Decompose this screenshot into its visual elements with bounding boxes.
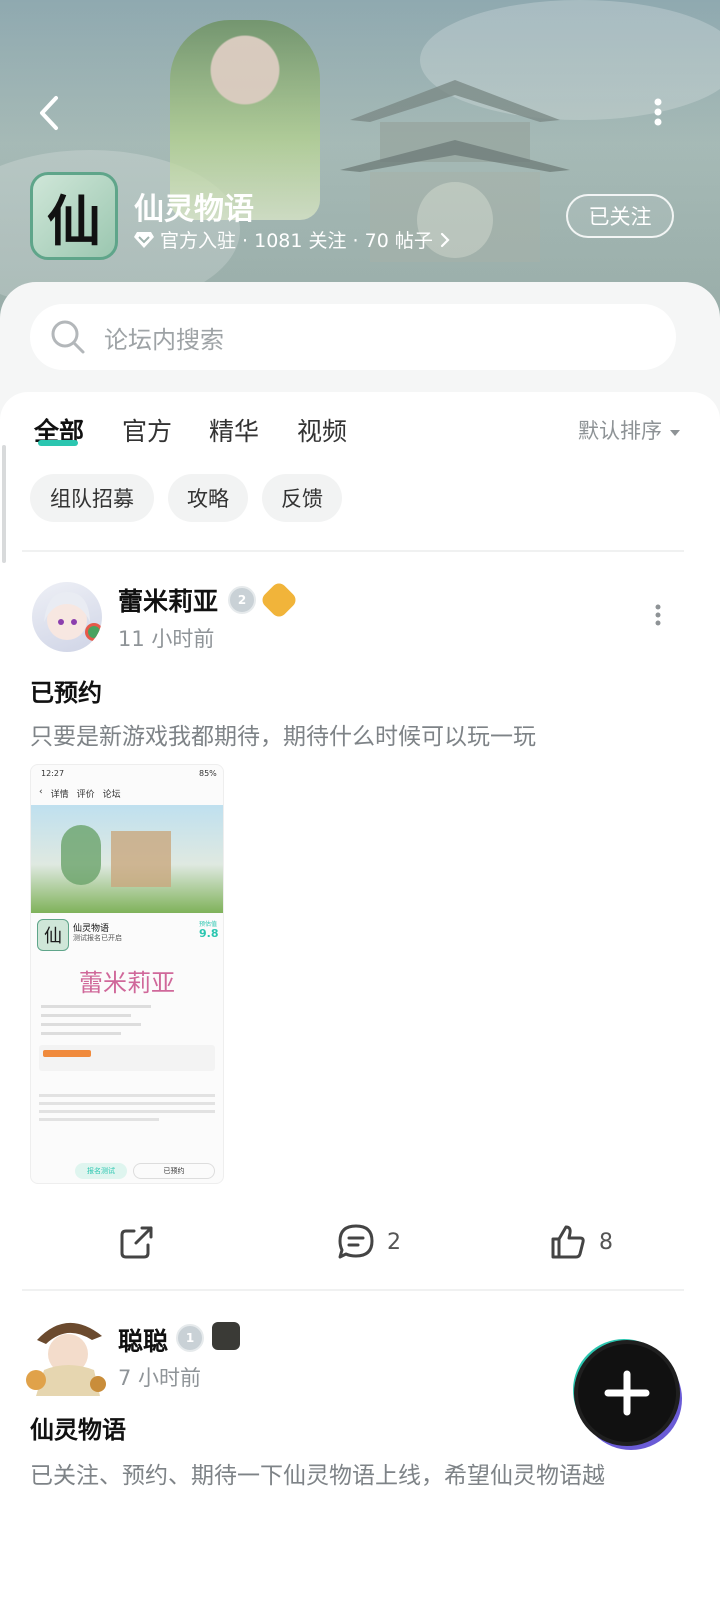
tab-official[interactable]: 官方 (122, 412, 172, 448)
share-button[interactable] (118, 1222, 156, 1262)
shot-info-lines (41, 1001, 161, 1041)
shot-tab-detail: 详情 (50, 790, 69, 800)
like-button[interactable]: 8 (549, 1222, 613, 1262)
tab-video[interactable]: 视频 (297, 412, 347, 448)
avatar-illustration (26, 1322, 106, 1396)
thumbs-up-icon (551, 1225, 585, 1259)
avatar-anime-girl (44, 592, 102, 641)
level-badge: 2 (228, 586, 256, 614)
level-text: 2 (237, 593, 247, 607)
shot-watermark: 蕾米莉亚 (79, 969, 175, 997)
shot-banner (31, 805, 223, 913)
shot-score: 9.8 (199, 927, 219, 940)
medal-icon (212, 1322, 240, 1350)
banner-overlay (0, 0, 720, 320)
search-placeholder: 论坛内搜索 (104, 325, 224, 354)
caret-down-icon (669, 430, 680, 436)
post-more-button[interactable] (650, 603, 666, 627)
shot-tab-review: 评价 (76, 790, 95, 800)
active-tab-indicator (38, 440, 78, 446)
plus-icon (604, 1370, 650, 1416)
like-count: 8 (599, 1229, 613, 1255)
forum-meta[interactable]: 官方入驻 · 1081 关注 · 70 帖子 (134, 226, 451, 253)
follow-button[interactable]: 已关注 (566, 194, 674, 238)
shot-game-sub: 测试报名已开启 (73, 934, 122, 942)
create-post-button[interactable] (578, 1344, 676, 1442)
forum-title: 仙灵物语 (134, 192, 254, 227)
shot-event-box (39, 1045, 215, 1071)
comment-icon (338, 1224, 374, 1259)
forum-logo-text: 仙 (47, 188, 101, 253)
back-button[interactable] (30, 88, 70, 138)
level-badge: 1 (176, 1324, 204, 1352)
chip-team-recruit[interactable]: 组队招募 (30, 474, 154, 522)
post-body[interactable]: 已关注、预约、期待一下仙灵物语上线，希望仙灵物语越 (30, 1456, 605, 1490)
divider (22, 1289, 684, 1291)
post-title[interactable]: 仙灵物语 (30, 1410, 126, 1445)
forum-logo[interactable]: 仙 (30, 172, 118, 260)
avatar[interactable] (22, 1310, 112, 1396)
post-author-name[interactable]: 聪聪 (118, 1322, 168, 1358)
shot-nav: ‹ 详情 评价 论坛 (39, 787, 121, 800)
forum-meta-text: 官方入驻 · 1081 关注 · 70 帖子 (160, 230, 433, 252)
shot-status-time: 12:27 (41, 769, 65, 778)
forum-header-banner (0, 0, 720, 320)
post-time: 7 小时前 (118, 1366, 202, 1390)
chip-feedback[interactable]: 反馈 (262, 474, 342, 522)
shot-character (61, 825, 101, 885)
shot-back-icon: ‹ (39, 787, 43, 797)
share-icon (120, 1226, 153, 1259)
official-diamond-icon (134, 231, 154, 248)
post-author-name[interactable]: 蕾米莉亚 (118, 582, 218, 618)
sort-dropdown[interactable]: 默认排序 (578, 415, 681, 445)
chevron-right-icon (440, 232, 450, 247)
shot-reserved-button: 已预约 (133, 1163, 215, 1179)
post-time: 11 小时前 (118, 627, 215, 651)
avatar[interactable] (32, 582, 102, 652)
comment-button[interactable]: 2 (337, 1222, 401, 1262)
search-icon (51, 320, 85, 354)
search-input[interactable]: 论坛内搜索 (30, 304, 676, 370)
divider (22, 550, 684, 552)
shot-battery: 85% (199, 769, 217, 778)
scrollbar[interactable] (2, 445, 6, 563)
chevron-left-icon (40, 96, 58, 130)
shot-signup-button: 报名测试 (75, 1163, 127, 1179)
shot-description-lines (39, 1089, 215, 1139)
shot-tab-forum: 论坛 (102, 790, 121, 800)
more-vertical-icon (654, 98, 662, 126)
more-vertical-icon (655, 604, 661, 626)
post-image-thumbnail[interactable]: 12:27 85% ‹ 详情 评价 论坛 仙 仙灵物语 测试报名已开启 预估值 … (30, 764, 224, 1184)
post-body[interactable]: 只要是新游戏我都期待，期待什么时候可以玩一玩 (30, 717, 536, 751)
post-title[interactable]: 已预约 (30, 673, 102, 708)
tab-featured[interactable]: 精华 (209, 412, 259, 448)
comment-count: 2 (387, 1229, 401, 1255)
chip-guide[interactable]: 攻略 (168, 474, 248, 522)
sort-label: 默认排序 (578, 419, 662, 443)
shot-app-logo: 仙 (37, 919, 69, 951)
more-options-button[interactable] (640, 90, 676, 140)
level-text: 1 (185, 1331, 195, 1345)
shot-temple (111, 831, 171, 887)
